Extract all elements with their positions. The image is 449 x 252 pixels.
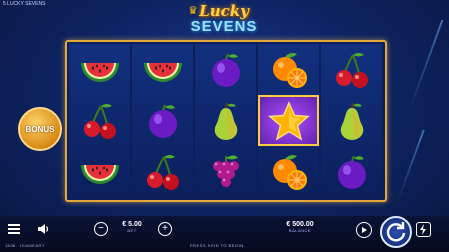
cherry-icon — [78, 100, 122, 142]
reel-4 — [258, 44, 319, 198]
reel-cell — [132, 44, 193, 95]
crown-icon: ♛ — [188, 5, 198, 17]
autoplay-button[interactable] — [356, 222, 372, 238]
orange-icon — [267, 151, 311, 193]
turbo-button[interactable] — [416, 222, 431, 237]
balance-value: € 500.00 — [286, 221, 314, 228]
balance-display: € 500.00 BALANCE — [278, 221, 322, 233]
spin-button[interactable] — [380, 216, 412, 248]
bet-display: € 5.00 BET — [112, 221, 152, 233]
reel-cell — [195, 146, 256, 197]
pear-icon — [204, 100, 248, 142]
reel-grid — [65, 40, 387, 202]
watermelon-icon — [78, 49, 122, 91]
grapes-icon — [204, 151, 248, 193]
orange-icon — [267, 49, 311, 91]
plum-icon — [141, 100, 185, 142]
reel-cell — [321, 146, 382, 197]
spin-icon — [386, 223, 406, 242]
plum-icon — [330, 151, 374, 193]
reel-1 — [69, 44, 130, 198]
autoplay-icon — [362, 227, 367, 233]
cherry-icon — [330, 49, 374, 91]
star-icon — [267, 100, 311, 142]
reel-cell — [321, 44, 382, 95]
plum-icon — [204, 49, 248, 91]
bet-label: BET — [127, 228, 137, 233]
watermelon-icon — [141, 49, 185, 91]
bet-increase-button[interactable]: + — [158, 222, 172, 236]
bet-value: € 5.00 — [122, 221, 142, 228]
sound-icon[interactable] — [36, 222, 50, 236]
clock: 13:08 — [5, 243, 16, 248]
reel-cell — [258, 95, 319, 146]
lightning-decoration — [397, 130, 425, 200]
plus-icon: + — [162, 223, 168, 234]
cherry-icon — [141, 151, 185, 193]
reel-5 — [321, 44, 382, 198]
brand-logo: IGAMEART — [20, 243, 45, 248]
reel-cell — [69, 44, 130, 95]
reel-cell — [258, 146, 319, 197]
reel-cell — [69, 95, 130, 146]
reel-cell — [132, 95, 193, 146]
bet-decrease-button[interactable]: − — [94, 222, 108, 236]
status-hint: PRESS SPIN TO BEGIN — [190, 243, 244, 248]
reel-cell — [69, 146, 130, 197]
turbo-icon — [420, 224, 426, 235]
bonus-label: BONUS — [25, 124, 55, 134]
reel-3 — [195, 44, 256, 198]
bonus-button[interactable]: BONUS — [18, 107, 62, 151]
lightning-decoration — [408, 20, 444, 110]
menu-icon[interactable] — [8, 224, 20, 234]
balance-label: BALANCE — [288, 228, 312, 233]
watermelon-icon — [78, 151, 122, 193]
minus-icon: − — [98, 223, 104, 234]
reel-cell — [132, 146, 193, 197]
logo-sevens: SEVENS — [190, 18, 258, 35]
reel-cell — [195, 44, 256, 95]
bottom-bar: − € 5.00 BET + € 500.00 BALANCE 13:08 IG… — [0, 216, 449, 252]
reel-2 — [132, 44, 193, 198]
reel-cell — [195, 95, 256, 146]
reel-cell — [258, 44, 319, 95]
pear-icon — [330, 100, 374, 142]
reel-cell — [321, 95, 382, 146]
game-logo: ♛ Lucky SEVENS — [178, 4, 270, 40]
game-title: 5 LUCKY SEVENS — [3, 1, 46, 7]
